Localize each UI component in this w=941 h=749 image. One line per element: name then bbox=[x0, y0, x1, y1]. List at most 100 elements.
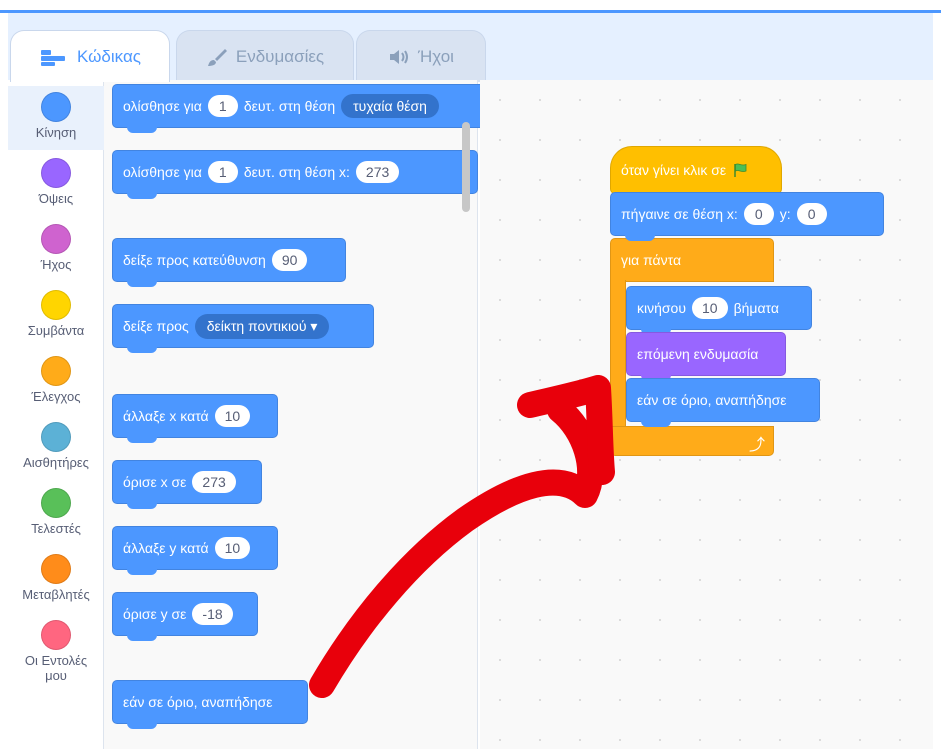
block-point-direction[interactable]: δείξε προς κατεύθυνση 90 bbox=[112, 238, 346, 287]
block-text: πήγαινε σε θέση x: bbox=[621, 206, 738, 222]
number-input[interactable]: -18 bbox=[192, 603, 233, 625]
number-input[interactable]: 1 bbox=[207, 161, 238, 183]
block-goto-xy[interactable]: πήγαινε σε θέση x: 0 y: 0 bbox=[610, 192, 884, 241]
number-input[interactable]: 273 bbox=[355, 161, 400, 183]
block-text: εάν σε όριο, αναπήδησε bbox=[123, 694, 273, 710]
block-text: για πάντα bbox=[621, 252, 682, 268]
block-text: όρισε y σε bbox=[123, 606, 187, 622]
block-next-costume[interactable]: επόμενη ενδυμασία bbox=[626, 332, 786, 381]
number-input[interactable]: 10 bbox=[691, 297, 728, 319]
block-text: δευτ. στη θέση bbox=[243, 98, 336, 114]
block-set-x[interactable]: όρισε x σε 273 bbox=[112, 460, 262, 509]
loop-arrow-icon: ⤴ bbox=[749, 437, 766, 454]
block-notch bbox=[641, 420, 671, 427]
forever-arm bbox=[610, 280, 626, 430]
category-dot-icon bbox=[41, 356, 71, 386]
tab-costumes-label: Ενδυμασίες bbox=[235, 46, 325, 66]
block-text: δείξε προς κατεύθυνση bbox=[123, 252, 266, 268]
palette-scrollbar[interactable] bbox=[462, 122, 470, 212]
block-text: άλλαξε x κατά bbox=[123, 408, 209, 424]
block-notch bbox=[127, 192, 157, 199]
category-dot-icon bbox=[41, 620, 71, 650]
block-bounce-script[interactable]: εάν σε όριο, αναπήδησε bbox=[626, 378, 820, 427]
block-text: δείξε προς bbox=[123, 318, 189, 334]
category-variables[interactable]: Μεταβλητές bbox=[8, 548, 104, 612]
tab-sounds-label: Ήχοι bbox=[418, 46, 454, 66]
code-icon bbox=[41, 49, 66, 66]
tab-sounds[interactable]: Ήχοι bbox=[356, 30, 486, 82]
block-text: δευτ. στη θέση x: bbox=[243, 164, 350, 180]
tab-code-label: Κώδικας bbox=[77, 46, 141, 66]
tab-costumes[interactable]: Ενδυμασίες bbox=[176, 30, 354, 82]
number-input[interactable]: 1 bbox=[207, 95, 238, 117]
category-my-blocks[interactable]: Οι Εντολές μου bbox=[8, 614, 104, 694]
category-looks[interactable]: Όψεις bbox=[8, 152, 104, 216]
target-dropdown[interactable]: δείκτη ποντικιού ▾ bbox=[194, 313, 330, 339]
number-input[interactable]: 10 bbox=[214, 537, 251, 559]
category-sound[interactable]: Ήχος bbox=[8, 218, 104, 282]
category-label: Κίνηση bbox=[35, 125, 77, 140]
block-text: ολίσθησε για bbox=[123, 164, 202, 180]
green-flag-icon bbox=[734, 163, 747, 177]
brush-icon bbox=[207, 48, 227, 66]
category-label: Ήχος bbox=[40, 257, 72, 272]
block-notch bbox=[127, 634, 157, 641]
block-bounce[interactable]: εάν σε όριο, αναπήδησε bbox=[112, 680, 308, 729]
number-input[interactable]: 10 bbox=[214, 405, 251, 427]
category-events[interactable]: Συμβάντα bbox=[8, 284, 104, 348]
category-operators[interactable]: Τελεστές bbox=[8, 482, 104, 546]
category-label: Αισθητήρες bbox=[23, 455, 89, 470]
block-set-y[interactable]: όρισε y σε -18 bbox=[112, 592, 258, 641]
block-text: ολίσθησε για bbox=[123, 98, 202, 114]
block-notch bbox=[127, 722, 157, 729]
number-input[interactable]: 0 bbox=[743, 203, 774, 225]
category-dot-icon bbox=[41, 290, 71, 320]
category-label: Μεταβλητές bbox=[22, 587, 90, 602]
category-dot-icon bbox=[41, 92, 71, 122]
category-label: Όψεις bbox=[38, 191, 74, 206]
number-input[interactable]: 0 bbox=[796, 203, 827, 225]
block-glide-random[interactable]: ολίσθησε για 1 δευτ. στη θέση τυχαία θέσ… bbox=[112, 84, 484, 133]
block-glide-xy[interactable]: ολίσθησε για 1 δευτ. στη θέση x: 273 bbox=[112, 150, 478, 199]
forever-bottom[interactable]: ⤴ bbox=[610, 426, 774, 456]
block-notch bbox=[127, 568, 157, 575]
caret-down-icon: ▾ bbox=[310, 317, 318, 334]
category-dot-icon bbox=[41, 158, 71, 188]
number-input[interactable]: 273 bbox=[192, 471, 236, 493]
number-input[interactable]: 90 bbox=[271, 249, 308, 271]
speaker-icon bbox=[390, 49, 409, 64]
dropdown-value: δείκτη ποντικιού bbox=[206, 317, 307, 334]
block-notch bbox=[127, 126, 157, 133]
block-notch bbox=[127, 346, 157, 353]
category-label: Συμβάντα bbox=[27, 323, 85, 338]
block-when-flag-clicked[interactable]: όταν γίνει κλικ σε bbox=[610, 146, 782, 199]
block-notch bbox=[127, 280, 157, 287]
category-motion[interactable]: Κίνηση bbox=[8, 86, 104, 150]
block-text: όταν γίνει κλικ σε bbox=[621, 162, 727, 178]
block-point-towards[interactable]: δείξε προς δείκτη ποντικιού ▾ bbox=[112, 304, 374, 353]
category-dot-icon bbox=[41, 488, 71, 518]
category-dot-icon bbox=[41, 224, 71, 254]
block-notch bbox=[127, 502, 157, 509]
category-dot-icon bbox=[41, 422, 71, 452]
target-dropdown[interactable]: τυχαία θέση bbox=[341, 94, 439, 118]
category-label: Οι Εντολές bbox=[24, 653, 88, 668]
block-notch bbox=[127, 436, 157, 443]
block-move-steps[interactable]: κινήσου 10 βήματα bbox=[626, 286, 812, 335]
category-sensing[interactable]: Αισθητήρες bbox=[8, 416, 104, 480]
category-control[interactable]: Έλεγχος bbox=[8, 350, 104, 414]
block-text: κινήσου bbox=[637, 300, 686, 316]
block-text: βήματα bbox=[733, 300, 779, 316]
block-text: y: bbox=[779, 206, 791, 222]
block-text: εάν σε όριο, αναπήδησε bbox=[637, 392, 787, 408]
tab-code[interactable]: Κώδικας bbox=[10, 30, 170, 82]
block-change-y[interactable]: άλλαξε y κατά 10 bbox=[112, 526, 278, 575]
category-dot-icon bbox=[41, 554, 71, 584]
forever-top[interactable]: για πάντα bbox=[610, 238, 774, 282]
block-text: όρισε x σε bbox=[123, 474, 187, 490]
category-menu: Κίνηση Όψεις Ήχος Συμβάντα Έλεγχος Αισθη… bbox=[8, 80, 104, 749]
block-text: επόμενη ενδυμασία bbox=[637, 346, 759, 362]
block-change-x[interactable]: άλλαξε x κατά 10 bbox=[112, 394, 278, 443]
category-label: Έλεγχος bbox=[31, 389, 81, 404]
category-label-line2: μου bbox=[45, 668, 67, 683]
